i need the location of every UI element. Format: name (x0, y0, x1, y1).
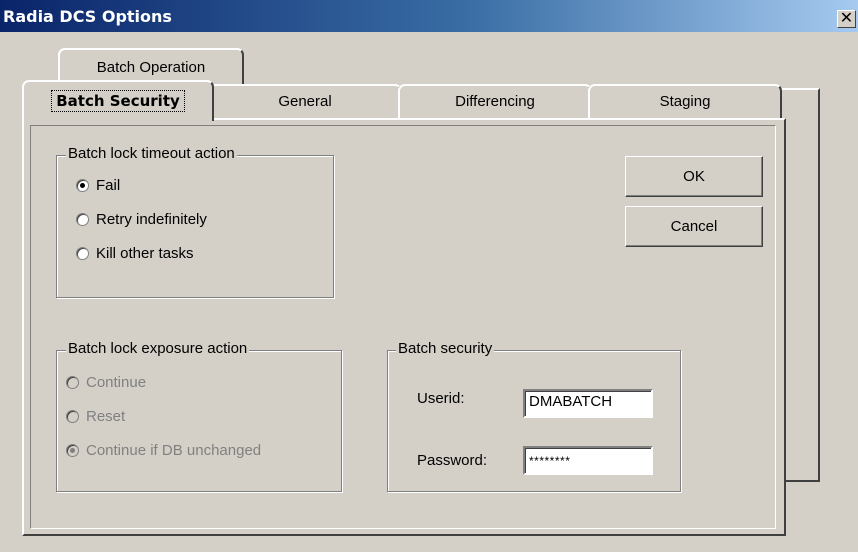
radio-continue[interactable]: Continue (66, 374, 146, 391)
tab-staging[interactable]: Staging (588, 84, 782, 120)
radio-label: Fail (96, 177, 121, 194)
lock-timeout-group-label: Batch lock timeout action (66, 145, 237, 162)
radio-icon (76, 179, 89, 192)
radio-continue-if-db-unchanged[interactable]: Continue if DB unchanged (66, 442, 261, 459)
userid-field[interactable]: DMABATCH (523, 389, 653, 418)
tab-general[interactable]: General (208, 84, 402, 120)
tab-differencing[interactable]: Differencing (398, 84, 592, 120)
radio-icon (66, 410, 79, 423)
radio-label: Retry indefinitely (96, 211, 207, 228)
radio-label: Continue (86, 374, 147, 391)
window-title: Radia DCS Options (3, 7, 172, 26)
tab-label: Batch Operation (96, 59, 206, 76)
tab-batch-security[interactable]: Batch Security (22, 80, 214, 121)
radio-label: Continue if DB unchanged (86, 442, 262, 459)
password-label: Password: (417, 452, 488, 469)
radio-fail[interactable]: Fail (76, 177, 120, 194)
radio-icon (66, 376, 79, 389)
lock-exposure-group-label: Batch lock exposure action (66, 340, 250, 357)
tab-label: General (278, 93, 332, 110)
tab-label: Staging (659, 93, 711, 110)
radio-reset[interactable]: Reset (66, 408, 125, 425)
radio-icon (76, 213, 89, 226)
radio-retry-indefinitely[interactable]: Retry indefinitely (76, 211, 207, 228)
radio-label: Kill other tasks (96, 245, 194, 262)
userid-label: Userid: (417, 390, 465, 407)
ok-button[interactable]: OK (625, 156, 763, 197)
radio-label: Reset (86, 408, 126, 425)
batch-security-group-label: Batch security (396, 340, 495, 357)
password-field[interactable]: ******** (523, 446, 653, 475)
tab-label: Differencing (455, 93, 535, 110)
close-button[interactable]: ✕ (837, 10, 856, 28)
close-icon: ✕ (839, 8, 854, 27)
radio-icon (76, 247, 89, 260)
radio-kill-other-tasks[interactable]: Kill other tasks (76, 245, 194, 262)
back-tab-page (780, 88, 820, 482)
cancel-button[interactable]: Cancel (625, 206, 763, 247)
radio-icon (66, 444, 79, 457)
tab-label: Batch Security (51, 90, 185, 112)
